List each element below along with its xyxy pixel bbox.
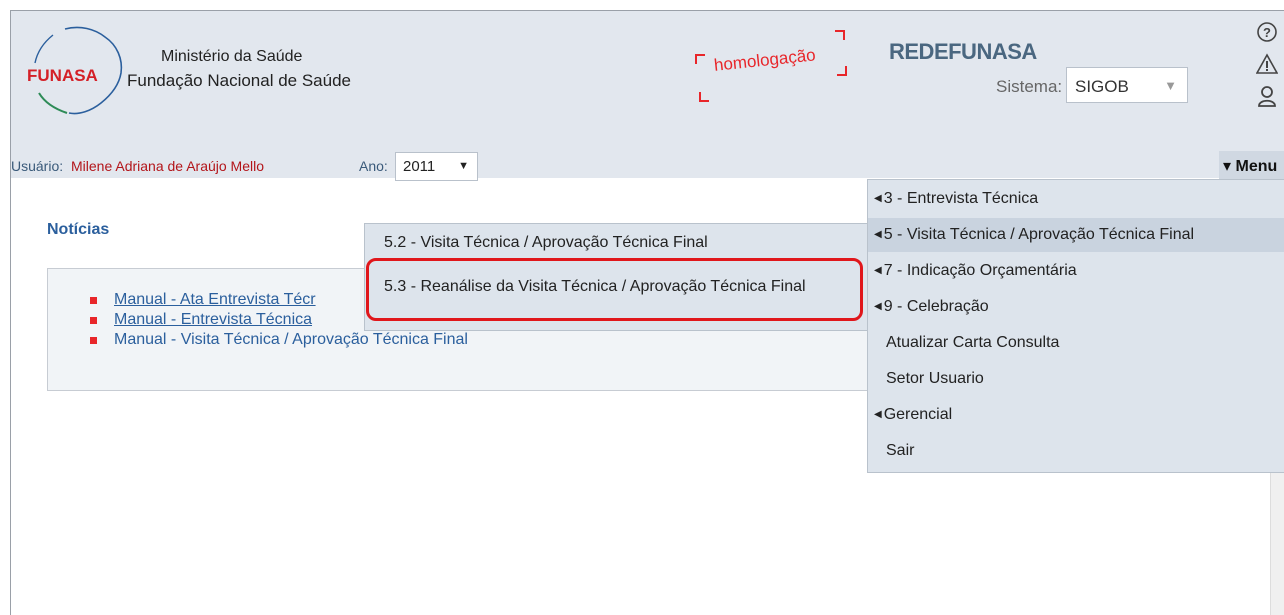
org-line-1: Ministério da Saúde	[161, 48, 303, 65]
caret-left-icon: ◀	[874, 265, 882, 276]
environment-stamp: homologação	[671, 26, 851, 102]
menu-item-visita-tecnica[interactable]: ◀ 5 - Visita Técnica / Aprovação Técnica …	[868, 218, 1284, 252]
chevron-down-icon: ▼	[1164, 78, 1177, 93]
app-window: FUNASA Ministério da Saúde Fundação Naci…	[10, 10, 1284, 615]
header: FUNASA Ministério da Saúde Fundação Naci…	[11, 11, 1284, 181]
caret-left-icon: ◀	[874, 409, 882, 420]
news-link[interactable]: Manual - Entrevista Técnica	[114, 311, 312, 329]
submenu-item-visita-tecnica[interactable]: 5.2 - Visita Técnica / Aprovação Técnica…	[365, 224, 868, 262]
top-icons: ?	[1256, 21, 1280, 117]
year-select[interactable]: 2011 ▼	[395, 152, 478, 181]
sistema-value: SIGOB	[1075, 77, 1129, 96]
menu-item-gerencial[interactable]: ◀ Gerencial	[868, 398, 1284, 432]
news-title: Notícias	[47, 221, 110, 238]
year-value: 2011	[403, 158, 436, 175]
caret-left-icon: ◀	[874, 193, 882, 204]
main-menu: ◀ 3 - Entrevista Técnica ◀ 5 - Visita Técn…	[867, 179, 1284, 473]
bracket-decoration	[695, 54, 705, 64]
sub-menu: 5.2 - Visita Técnica / Aprovação Técnica…	[364, 223, 867, 331]
chevron-down-icon: ▼	[458, 160, 469, 172]
list-item: Manual - Visita Técnica / Aprovação Técn…	[90, 330, 468, 350]
user-icon[interactable]	[1256, 85, 1278, 107]
bullet-icon	[90, 296, 97, 304]
logo-text: FUNASA	[27, 66, 98, 85]
caret-down-icon: ▾	[1223, 158, 1232, 175]
menu-item-setor-usuario[interactable]: Setor Usuario	[868, 362, 1284, 396]
menu-item-celebracao[interactable]: ◀ 9 - Celebração	[868, 290, 1284, 324]
year-label: Ano:	[359, 158, 388, 174]
sistema-label: Sistema:	[996, 77, 1063, 96]
network-name: REDEFUNASA	[889, 39, 1037, 64]
menu-item-orcamentaria[interactable]: ◀ 7 - Indicação Orçamentária	[868, 254, 1284, 288]
user-label: Usuário:	[11, 158, 64, 174]
menu-item-label: 3 - Entrevista Técnica	[883, 190, 1039, 207]
user-name: Milene Adriana de Araújo Mello	[71, 158, 265, 174]
caret-left-icon: ◀	[874, 229, 882, 240]
menu-item-label: Gerencial	[883, 406, 953, 423]
svg-text:?: ?	[1263, 25, 1271, 40]
menu-item-label: Atualizar Carta Consulta	[886, 334, 1060, 351]
menu-item-label: 5 - Visita Técnica / Aprovação Técnica F…	[883, 226, 1195, 243]
bullet-icon	[90, 336, 97, 344]
bracket-decoration	[837, 66, 847, 76]
bracket-decoration	[699, 92, 709, 102]
menu-item-entrevista[interactable]: ◀ 3 - Entrevista Técnica	[868, 182, 1284, 216]
scrollbar[interactable]	[1270, 473, 1284, 615]
user-bar: Usuário: Milene Adriana de Araújo Mello …	[11, 147, 1284, 181]
submenu-item-reanalise[interactable]: 5.3 - Reanálise da Visita Técnica / Apro…	[365, 262, 868, 330]
warning-icon[interactable]	[1256, 53, 1278, 75]
news-link[interactable]: Manual - Ata Entrevista Técr	[114, 291, 316, 309]
bullet-icon	[90, 316, 97, 324]
funasa-logo: FUNASA	[27, 26, 123, 115]
bracket-decoration	[835, 30, 845, 40]
menu-item-carta-consulta[interactable]: Atualizar Carta Consulta	[868, 326, 1284, 360]
environment-stamp-text: homologação	[713, 45, 817, 75]
sistema-select[interactable]: SIGOB ▼	[1066, 67, 1188, 103]
menu-item-label: Sair	[886, 442, 915, 459]
news-link[interactable]: Manual - Visita Técnica / Aprovação Técn…	[114, 331, 468, 349]
menu-item-label: Setor Usuario	[886, 370, 984, 387]
menu-button-label: Menu	[1235, 158, 1278, 175]
menu-button[interactable]: ▾ Menu	[1219, 151, 1284, 179]
menu-item-label: 9 - Celebração	[883, 298, 989, 315]
menu-item-sair[interactable]: Sair	[868, 434, 1284, 468]
help-icon[interactable]: ?	[1256, 21, 1278, 43]
menu-item-label: 7 - Indicação Orçamentária	[883, 262, 1077, 279]
caret-left-icon: ◀	[874, 301, 882, 312]
org-line-2: Fundação Nacional de Saúde	[127, 71, 351, 90]
